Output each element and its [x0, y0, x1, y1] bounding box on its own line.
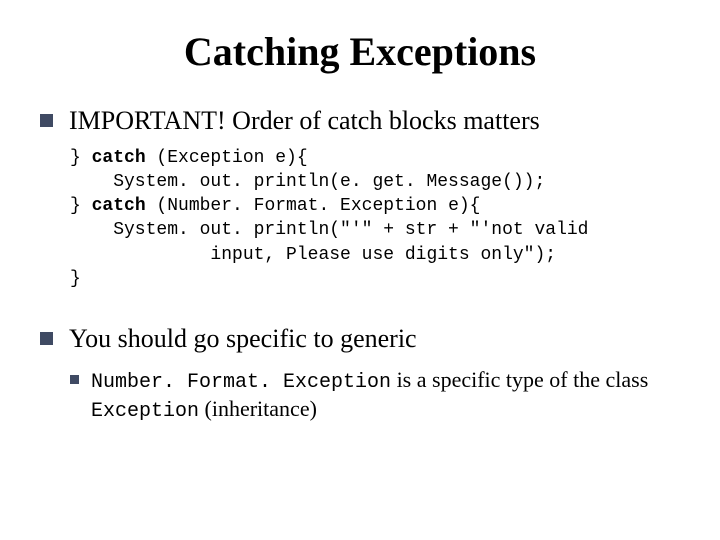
bullet-icon [70, 375, 79, 384]
code-inline: Number. Format. Exception [91, 371, 391, 394]
code-line: System. out. println(e. get. Message()); [70, 172, 545, 192]
slide-title: Catching Exceptions [40, 28, 680, 75]
bullet-item: You should go specific to generic [40, 323, 680, 356]
bullet-text: You should go specific to generic [69, 323, 417, 356]
code-keyword: catch [92, 196, 146, 216]
slide: Catching Exceptions IMPORTANT! Order of … [0, 0, 720, 540]
sub-bullet-item: Number. Format. Exception is a specific … [70, 366, 680, 424]
code-block: } catch (Exception e){ System. out. prin… [70, 146, 680, 292]
code-inline: Exception [91, 400, 199, 423]
code-text: } [70, 148, 92, 168]
code-text: (Number. Format. Exception e){ [146, 196, 481, 216]
bullet-item: IMPORTANT! Order of catch blocks matters [40, 105, 680, 138]
bullet-icon [40, 332, 53, 345]
code-text: } [70, 196, 92, 216]
code-line: } [70, 269, 81, 289]
code-line: } catch (Exception e){ [70, 148, 308, 168]
code-keyword: catch [92, 148, 146, 168]
code-line: } catch (Number. Format. Exception e){ [70, 196, 480, 216]
text: (inheritance) [199, 396, 317, 421]
sub-bullet-text: Number. Format. Exception is a specific … [91, 366, 680, 424]
code-line: System. out. println("'" + str + "'not v… [70, 220, 588, 240]
text: is a specific type of the class [391, 367, 648, 392]
bullet-icon [40, 114, 53, 127]
code-text: (Exception e){ [146, 148, 308, 168]
code-line: input, Please use digits only"); [70, 245, 556, 265]
sub-bullet-list: Number. Format. Exception is a specific … [70, 366, 680, 424]
bullet-text: IMPORTANT! Order of catch blocks matters [69, 105, 540, 138]
